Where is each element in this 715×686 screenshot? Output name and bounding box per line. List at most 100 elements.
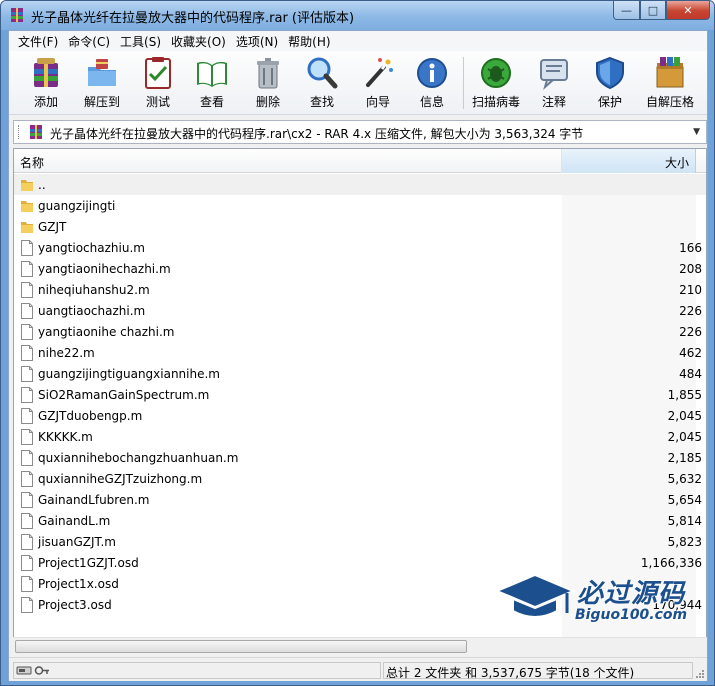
wizard-button[interactable]: 向导 [351, 55, 405, 113]
test-label: 测试 [145, 95, 170, 109]
file-icon [21, 408, 33, 424]
menu-options[interactable]: 选项(N) [231, 33, 283, 50]
table-row[interactable]: Project1GZJT.osd 1,166,336 [14, 552, 706, 573]
table-row[interactable]: yangtiaonihechazhi.m 208 [14, 258, 706, 279]
sfx-label: 自解压格 [645, 95, 694, 109]
file-icon [21, 387, 33, 403]
menu-bar: 文件(F) 命令(C) 工具(S) 收藏夹(O) 选项(N) 帮助(H) [9, 31, 707, 51]
watermark-name: 必过源码 [577, 579, 686, 609]
file-icon [21, 240, 33, 256]
drive-key-icon[interactable] [16, 665, 50, 676]
file-icon [21, 534, 33, 550]
view-label: 查看 [199, 95, 224, 109]
test-icon [145, 57, 171, 89]
menu-tools[interactable]: 工具(S) [115, 33, 166, 50]
table-row[interactable]: quxianniheGZJTzuizhong.m 5,632 [14, 468, 706, 489]
file-name: GZJT [38, 220, 67, 234]
info-label: 信息 [419, 95, 444, 109]
file-size: 2,045 [667, 430, 702, 444]
title-bar[interactable]: 光子晶体光纤在拉曼放大器中的代码程序.rar (评估版本) — □ ✕ [1, 1, 714, 30]
horizontal-scrollbar[interactable] [13, 637, 707, 654]
minimize-button[interactable]: — [613, 1, 640, 20]
table-row[interactable]: guangzijingti [14, 195, 706, 216]
table-row[interactable]: GZJTduobengp.m 2,045 [14, 405, 706, 426]
sfx-box-icon [656, 57, 684, 88]
comment-button[interactable]: 注释 [527, 55, 581, 113]
file-name: jisuanGZJT.m [38, 535, 116, 549]
table-row[interactable]: uangtiaochazhi.m 226 [14, 300, 706, 321]
file-name: GZJTduobengp.m [38, 409, 143, 423]
file-icon [21, 555, 33, 571]
winrar-window: 光子晶体光纤在拉曼放大器中的代码程序.rar (评估版本) — □ ✕ 文件(F… [0, 0, 715, 686]
file-size: 210 [679, 283, 702, 297]
trash-icon [257, 58, 279, 89]
file-icon [21, 429, 33, 445]
column-size[interactable]: 大小 [562, 149, 696, 173]
info-button[interactable]: 信息 [405, 55, 459, 113]
add-archive-icon [34, 58, 58, 87]
table-row[interactable]: GainandLfubren.m 5,654 [14, 489, 706, 510]
protect-button[interactable]: 保护 [583, 55, 637, 113]
scrollbar-thumb[interactable] [15, 640, 467, 653]
file-icon [21, 303, 33, 319]
find-button[interactable]: 查找 [295, 55, 349, 113]
maximize-button[interactable]: □ [640, 1, 666, 20]
address-bar[interactable]: 光子晶体光纤在拉曼放大器中的代码程序.rar\cx2 - RAR 4.x 压缩文… [13, 120, 707, 144]
status-bar: 总计 2 文件夹 和 3,537,675 字节(18 个文件) [9, 657, 707, 681]
file-icon [21, 576, 33, 592]
view-button[interactable]: 查看 [185, 55, 239, 113]
table-row[interactable]: jisuanGZJT.m 5,823 [14, 531, 706, 552]
column-header: 名称 ^ 大小 [14, 149, 706, 173]
file-name: guangzijingtiguangxiannihe.m [38, 367, 220, 381]
file-rows: .. guangzijingti GZJT yangtiochazhiu.m 166 ya… [14, 174, 706, 615]
toolbar: 添加 解压到 测试 查看 删除 查找 向导 信息 扫描病毒 注释 保护 自解压格 [9, 51, 707, 115]
comment-icon [540, 59, 568, 90]
file-name: quxianniheGZJTzuizhong.m [38, 472, 203, 486]
window-title: 光子晶体光纤在拉曼放大器中的代码程序.rar (评估版本) [31, 11, 355, 26]
delete-button[interactable]: 删除 [241, 55, 295, 113]
file-icon [21, 513, 33, 529]
table-row[interactable]: niheqiuhanshu2.m 210 [14, 279, 706, 300]
table-row[interactable]: yangtiochazhiu.m 166 [14, 237, 706, 258]
path-dropdown-icon[interactable]: ▼ [693, 127, 700, 137]
menu-commands[interactable]: 命令(C) [63, 33, 115, 50]
extract-to-button[interactable]: 解压到 [75, 55, 129, 113]
table-row[interactable]: guangzijingtiguangxiannihe.m 484 [14, 363, 706, 384]
menu-favorites[interactable]: 收藏夹(O) [166, 33, 231, 50]
file-name: niheqiuhanshu2.m [38, 283, 150, 297]
file-name: GainandLfubren.m [38, 493, 150, 507]
close-button[interactable]: ✕ [666, 1, 710, 20]
virus-scan-button[interactable]: 扫描病毒 [469, 55, 523, 113]
file-size: 5,823 [667, 535, 702, 549]
add-button[interactable]: 添加 [19, 55, 73, 113]
window-controls: — □ ✕ [613, 1, 710, 21]
virus-scan-icon [481, 58, 511, 88]
file-name: KKKKK.m [38, 430, 93, 444]
resize-grip-icon[interactable] [695, 669, 705, 679]
file-icon [21, 345, 33, 361]
table-row[interactable]: GZJT [14, 216, 706, 237]
status-summary: 总计 2 文件夹 和 3,537,675 字节(18 个文件) [383, 662, 693, 680]
toolbar-separator [463, 57, 464, 109]
table-row[interactable]: .. [14, 174, 706, 195]
file-name: yangtiaonihe chazhi.m [38, 325, 175, 339]
column-name[interactable]: 名称 [14, 149, 562, 173]
table-row[interactable]: KKKKK.m 2,045 [14, 426, 706, 447]
table-row[interactable]: nihe22.m 462 [14, 342, 706, 363]
file-size: 5,814 [667, 514, 702, 528]
file-name: SiO2RamanGainSpectrum.m [38, 388, 210, 402]
file-name: nihe22.m [38, 346, 95, 360]
delete-label: 删除 [255, 95, 280, 109]
menu-help[interactable]: 帮助(H) [283, 33, 335, 50]
file-name: GainandL.m [38, 514, 111, 528]
table-row[interactable]: GainandL.m 5,814 [14, 510, 706, 531]
table-row[interactable]: yangtiaonihe chazhi.m 226 [14, 321, 706, 342]
file-name: quxiannihebochangzhuanhuan.m [38, 451, 239, 465]
test-button[interactable]: 测试 [131, 55, 185, 113]
table-row[interactable]: quxiannihebochangzhuanhuan.m 2,185 [14, 447, 706, 468]
table-row[interactable]: SiO2RamanGainSpectrum.m 1,855 [14, 384, 706, 405]
menu-file[interactable]: 文件(F) [13, 33, 63, 50]
sfx-button[interactable]: 自解压格 [639, 55, 701, 113]
file-size: 226 [679, 304, 702, 318]
file-name: Project1x.osd [38, 577, 119, 591]
